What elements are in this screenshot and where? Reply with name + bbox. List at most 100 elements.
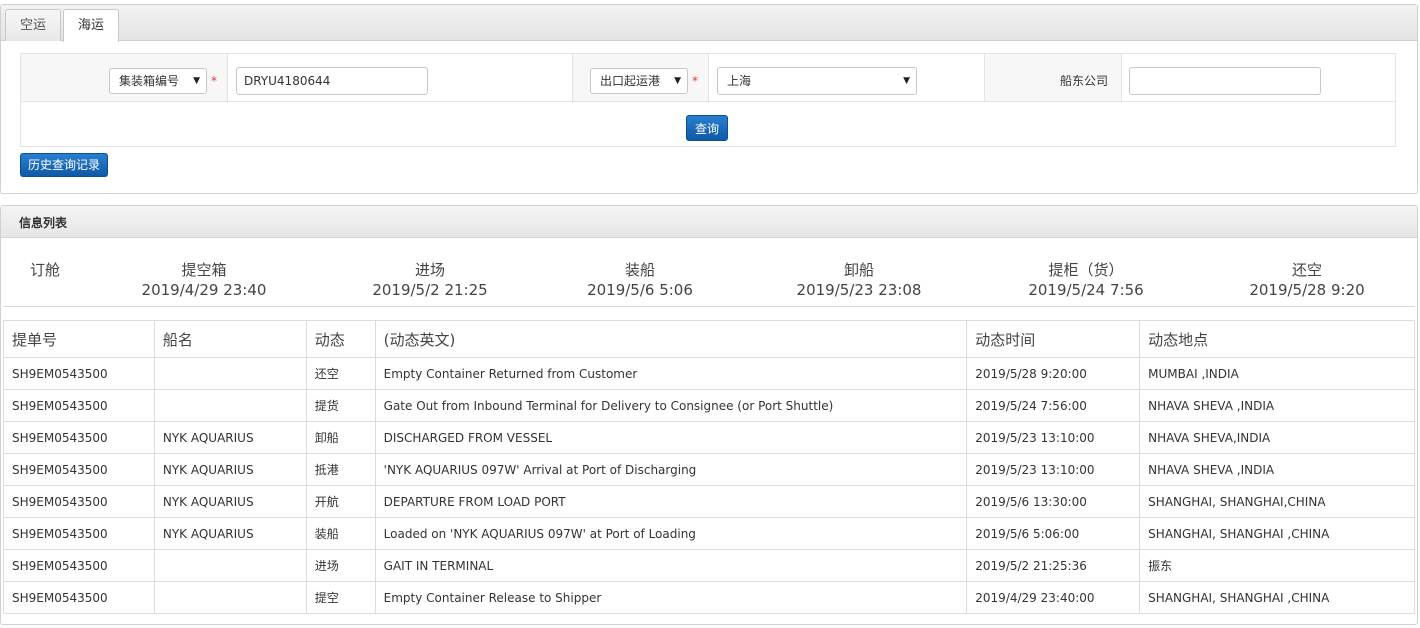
required-mark: * xyxy=(692,74,698,88)
cell-time: 2019/5/23 13:10:00 xyxy=(966,453,1141,486)
cell-status: 抵港 xyxy=(305,453,376,486)
mode-tabbar: 空运 海运 xyxy=(1,5,1417,42)
cell-bl-no: SH9EM0543500 xyxy=(3,485,155,518)
cell-location: NHAVA SHEVA,INDIA xyxy=(1139,421,1415,454)
info-header: 信息列表 xyxy=(1,206,1417,238)
divider xyxy=(1121,54,1122,101)
column-header-time: 动态时间 xyxy=(966,320,1141,358)
milestone-gate-in: 进场 2019/5/2 21:25 xyxy=(360,259,500,299)
cell-bl-no: SH9EM0543500 xyxy=(3,549,155,582)
cell-time: 2019/5/6 5:06:00 xyxy=(966,517,1141,550)
tab-sea[interactable]: 海运 xyxy=(63,9,120,42)
milestone-date: 2019/5/2 21:25 xyxy=(372,281,488,299)
cell-vessel: NYK AQUARIUS xyxy=(153,453,307,486)
milestone-empty-return: 还空 2019/5/28 9:20 xyxy=(1227,259,1387,299)
cell-location: SHANGHAI, SHANGHAI ,CHINA xyxy=(1139,517,1415,550)
cell-time: 2019/5/6 13:30:00 xyxy=(966,485,1141,518)
milestone-date: 2019/5/6 5:06 xyxy=(587,281,693,299)
port-select[interactable]: 上海 ▼ xyxy=(717,67,917,95)
carrier-label: 船东公司 xyxy=(1060,74,1109,88)
port-type-select[interactable]: 出口起运港 ▼ xyxy=(590,68,688,94)
chevron-down-icon: ▼ xyxy=(193,76,200,86)
cell-bl-no: SH9EM0543500 xyxy=(3,389,155,422)
info-panel: 信息列表 订舱 提空箱 2019/4/29 23:40 进场 2019/5/2 … xyxy=(0,205,1418,625)
cell-bl-no: SH9EM0543500 xyxy=(3,421,155,454)
events-table: 提单号 船名 动态 (动态英文) 动态时间 动态地点 SH9EM0543500 … xyxy=(3,320,1415,614)
milestone-date: 2019/4/29 23:40 xyxy=(141,281,267,299)
cell-location: NHAVA SHEVA ,INDIA xyxy=(1139,453,1415,486)
column-header-status-en: (动态英文) xyxy=(374,320,968,358)
cell-vessel xyxy=(153,549,307,582)
milestone-cargo-pickup: 提柜（货） 2019/5/24 7:56 xyxy=(1006,259,1166,299)
cell-vessel: NYK AQUARIUS xyxy=(153,421,307,454)
milestone-date: 2019/5/28 9:20 xyxy=(1249,281,1365,299)
cell-status: 装船 xyxy=(305,517,376,550)
cell-vessel: NYK AQUARIUS xyxy=(153,485,307,518)
milestone-booking: 订舱 xyxy=(25,259,65,280)
cell-time: 2019/5/24 7:56:00 xyxy=(966,389,1141,422)
cell-status-en: DISCHARGED FROM VESSEL xyxy=(374,421,968,454)
milestone-date: 2019/5/23 23:08 xyxy=(796,281,922,299)
divider xyxy=(708,54,709,101)
carrier-input[interactable] xyxy=(1129,67,1321,95)
required-mark: * xyxy=(211,74,217,88)
cell-status: 还空 xyxy=(305,357,376,390)
cell-bl-no: SH9EM0543500 xyxy=(3,453,155,486)
search-type-value: 集装箱编号 xyxy=(119,74,180,88)
cell-bl-no: SH9EM0543500 xyxy=(3,357,155,390)
divider xyxy=(227,54,228,101)
table-row: SH9EM0543500 NYK AQUARIUS 装船 Loaded on '… xyxy=(3,517,1415,550)
cell-location: 振东 xyxy=(1139,549,1415,582)
table-row: SH9EM0543500 NYK AQUARIUS 抵港 'NYK AQUARI… xyxy=(3,453,1415,486)
table-row: SH9EM0543500 进场 GAIT IN TERMINAL 2019/5/… xyxy=(3,549,1415,582)
cell-location: SHANGHAI, SHANGHAI ,CHINA xyxy=(1139,581,1415,614)
table-row: SH9EM0543500 提货 Gate Out from Inbound Te… xyxy=(3,389,1415,422)
cell-status: 卸船 xyxy=(305,421,376,454)
search-type-select[interactable]: 集装箱编号 ▼ xyxy=(109,68,207,94)
cell-status-en: DEPARTURE FROM LOAD PORT xyxy=(374,485,968,518)
tab-air[interactable]: 空运 xyxy=(5,9,62,41)
history-button[interactable]: 历史查询记录 xyxy=(20,153,109,177)
search-form: 集装箱编号 ▼ * DRYU4180644 出口起运港 ▼ * 上海 ▼ 船东公… xyxy=(20,53,1396,147)
cell-status: 开航 xyxy=(305,485,376,518)
cell-location: SHANGHAI, SHANGHAI,CHINA xyxy=(1139,485,1415,518)
milestone-label: 还空 xyxy=(1291,261,1322,279)
cell-vessel xyxy=(153,357,307,390)
cell-location: MUMBAI ,INDIA xyxy=(1139,357,1415,390)
cell-status: 进场 xyxy=(305,549,376,582)
cell-vessel xyxy=(153,389,307,422)
cell-status-en: 'NYK AQUARIUS 097W' Arrival at Port of D… xyxy=(374,453,968,486)
divider xyxy=(984,54,985,101)
table-header-row: 提单号 船名 动态 (动态英文) 动态时间 动态地点 xyxy=(3,320,1415,358)
milestone-bar: 订舱 提空箱 2019/4/29 23:40 进场 2019/5/2 21:25… xyxy=(3,239,1415,307)
milestone-label: 装船 xyxy=(624,261,655,279)
divider xyxy=(572,54,573,101)
search-form-row: 集装箱编号 ▼ * DRYU4180644 出口起运港 ▼ * 上海 ▼ 船东公… xyxy=(21,54,1395,102)
cell-time: 2019/5/2 21:25:36 xyxy=(966,549,1141,582)
cell-bl-no: SH9EM0543500 xyxy=(3,581,155,614)
cell-time: 2019/4/29 23:40:00 xyxy=(966,581,1141,614)
column-header-location: 动态地点 xyxy=(1139,320,1415,358)
cell-vessel xyxy=(153,581,307,614)
query-button[interactable]: 查询 xyxy=(686,115,729,141)
milestone-label: 卸船 xyxy=(843,261,874,279)
cell-status-en: Loaded on 'NYK AQUARIUS 097W' at Port of… xyxy=(374,517,968,550)
milestone-empty-pickup: 提空箱 2019/4/29 23:40 xyxy=(134,259,274,299)
cell-time: 2019/5/28 9:20:00 xyxy=(966,357,1141,390)
column-header-status: 动态 xyxy=(305,320,376,358)
cell-vessel: NYK AQUARIUS xyxy=(153,517,307,550)
cell-status: 提空 xyxy=(305,581,376,614)
cell-status-en: Empty Container Returned from Customer xyxy=(374,357,968,390)
search-panel: 空运 海运 集装箱编号 ▼ * DRYU4180644 出口起运港 ▼ * 上海… xyxy=(0,4,1418,194)
milestone-label: 订舱 xyxy=(29,261,60,279)
cell-bl-no: SH9EM0543500 xyxy=(3,517,155,550)
milestone-discharged: 卸船 2019/5/23 23:08 xyxy=(779,259,939,299)
milestone-label: 提柜（货） xyxy=(1048,261,1124,279)
milestone-loaded: 装船 2019/5/6 5:06 xyxy=(570,259,710,299)
port-value: 上海 xyxy=(727,74,752,88)
container-number-input[interactable]: DRYU4180644 xyxy=(236,67,428,95)
table-row: SH9EM0543500 还空 Empty Container Returned… xyxy=(3,357,1415,390)
milestone-date: 2019/5/24 7:56 xyxy=(1028,281,1144,299)
table-row: SH9EM0543500 提空 Empty Container Release … xyxy=(3,581,1415,614)
table-row: SH9EM0543500 NYK AQUARIUS 卸船 DISCHARGED … xyxy=(3,421,1415,454)
